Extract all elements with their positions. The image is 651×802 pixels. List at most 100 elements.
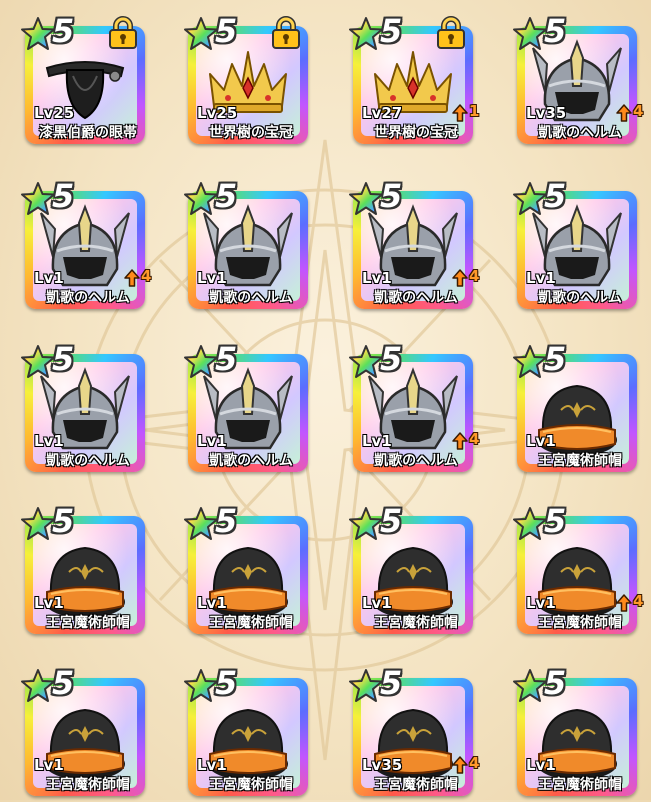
upgrade-count: 1 [469,102,480,120]
equipment-card-8[interactable]: 5 Lv1 凱歌のヘルム [512,175,646,315]
upgrade-count: 4 [633,592,644,610]
item-name: 王宮魔術師帽 [46,615,130,631]
item-level: Lv35 [362,756,403,774]
equipment-card-19[interactable]: 5 Lv35 4 王宮魔術師帽 [348,662,482,802]
rainbow-star-icon [21,345,55,378]
rarity-number: 5 [215,502,238,540]
equipment-card-9[interactable]: 5 Lv1 凱歌のヘルム [20,338,154,478]
rainbow-star-icon [21,669,55,702]
upgrade-indicator: 4 [452,754,486,774]
rarity-number: 5 [215,12,238,50]
rarity-number: 5 [544,12,567,50]
rainbow-star-icon [513,182,547,215]
upgrade-indicator: 4 [124,267,158,287]
rarity-number: 5 [544,664,567,702]
rarity-number: 5 [52,12,75,50]
item-name: 凱歌のヘルム [46,453,130,469]
rainbow-star-icon [513,345,547,378]
rarity-number: 5 [215,664,238,702]
equipment-card-14[interactable]: 5 Lv1 王宮魔術師帽 [183,500,317,640]
rainbow-star-icon [21,17,55,50]
equipment-card-7[interactable]: 5 Lv1 4 凱歌のヘルム [348,175,482,315]
lock-icon [437,16,465,49]
rainbow-star-icon [21,182,55,215]
item-name: 王宮魔術師帽 [374,777,458,793]
item-name: 世界樹の宝冠 [374,125,458,141]
item-level: Lv1 [362,432,392,450]
equipment-card-17[interactable]: 5 Lv1 王宮魔術師帽 [20,662,154,802]
item-level: Lv35 [526,104,567,122]
rarity-number: 5 [380,340,403,378]
rarity-number: 5 [215,177,238,215]
item-name: 王宮魔術師帽 [538,615,622,631]
up-arrow-icon [452,432,468,450]
upgrade-count: 4 [141,267,152,285]
equipment-card-11[interactable]: 5 Lv1 4 凱歌のヘルム [348,338,482,478]
item-name: 凱歌のヘルム [538,125,622,141]
rainbow-star-icon [184,507,218,540]
upgrade-indicator: 1 [452,102,486,122]
item-name: 王宮魔術師帽 [538,453,622,469]
item-level: Lv1 [34,594,64,612]
item-level: Lv25 [197,104,238,122]
item-name: 凱歌のヘルム [538,290,622,306]
rainbow-star-icon [349,345,383,378]
rainbow-star-icon [184,669,218,702]
item-level: Lv27 [362,104,403,122]
rainbow-star-icon [513,507,547,540]
item-level: Lv1 [197,432,227,450]
rainbow-star-icon [513,17,547,50]
item-level: Lv1 [362,594,392,612]
equipment-card-4[interactable]: 5 Lv35 4 凱歌のヘルム [512,10,646,150]
item-name: 凱歌のヘルム [209,290,293,306]
up-arrow-icon [616,594,632,612]
rarity-number: 5 [52,340,75,378]
rarity-number: 5 [215,340,238,378]
equipment-card-2[interactable]: 5 Lv25 世界樹の宝冠 [183,10,317,150]
item-level: Lv1 [34,756,64,774]
up-arrow-icon [452,756,468,774]
upgrade-indicator: 4 [616,592,650,612]
lock-icon [109,16,137,49]
upgrade-count: 4 [633,102,644,120]
equipment-card-16[interactable]: 5 Lv1 4 王宮魔術師帽 [512,500,646,640]
lock-icon [272,16,300,49]
rarity-number: 5 [544,177,567,215]
rarity-number: 5 [380,664,403,702]
upgrade-indicator: 4 [616,102,650,122]
rainbow-star-icon [349,17,383,50]
equipment-card-3[interactable]: 5 Lv27 1 世界樹の宝冠 [348,10,482,150]
item-level: Lv25 [34,104,75,122]
rainbow-star-icon [349,182,383,215]
up-arrow-icon [124,269,140,287]
equipment-card-6[interactable]: 5 Lv1 凱歌のヘルム [183,175,317,315]
equipment-card-1[interactable]: 5 Lv25 漆黒伯爵の眼帯 [20,10,154,150]
item-name: 王宮魔術師帽 [209,777,293,793]
rainbow-star-icon [184,345,218,378]
item-level: Lv1 [526,269,556,287]
equipment-card-20[interactable]: 5 Lv1 王宮魔術師帽 [512,662,646,802]
up-arrow-icon [452,269,468,287]
item-name: 凱歌のヘルム [374,290,458,306]
item-level: Lv1 [197,594,227,612]
item-level: Lv1 [526,594,556,612]
upgrade-indicator: 4 [452,430,486,450]
equipment-card-13[interactable]: 5 Lv1 王宮魔術師帽 [20,500,154,640]
equipment-card-5[interactable]: 5 Lv1 4 凱歌のヘルム [20,175,154,315]
item-name: 凱歌のヘルム [46,290,130,306]
equipment-card-10[interactable]: 5 Lv1 凱歌のヘルム [183,338,317,478]
equipment-card-18[interactable]: 5 Lv1 王宮魔術師帽 [183,662,317,802]
upgrade-indicator: 4 [452,267,486,287]
equipment-grid: 5 Lv25 漆黒伯爵の眼帯 5 Lv25 世界樹の宝冠 5 Lv27 1 世界… [0,0,651,800]
item-level: Lv1 [197,269,227,287]
item-name: 凱歌のヘルム [374,453,458,469]
item-name: 王宮魔術師帽 [374,615,458,631]
equipment-card-12[interactable]: 5 Lv1 王宮魔術師帽 [512,338,646,478]
item-level: Lv1 [197,756,227,774]
equipment-card-15[interactable]: 5 Lv1 王宮魔術師帽 [348,500,482,640]
rarity-number: 5 [52,502,75,540]
up-arrow-icon [452,104,468,122]
rarity-number: 5 [380,177,403,215]
rarity-number: 5 [380,502,403,540]
rarity-number: 5 [544,502,567,540]
